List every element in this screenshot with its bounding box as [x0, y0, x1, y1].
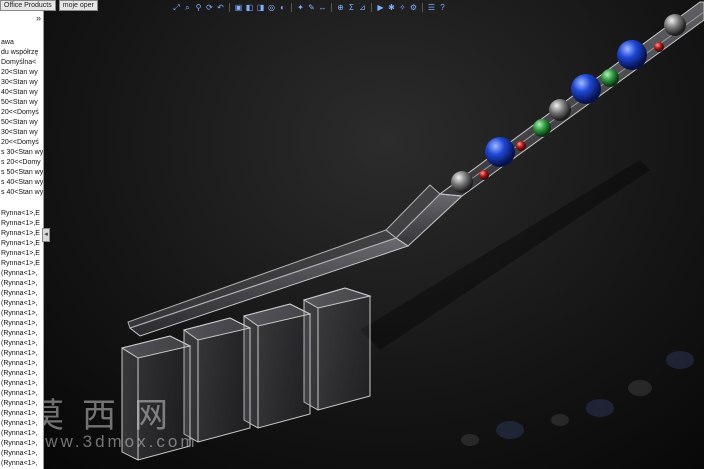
options-icon[interactable]: ⚙: [409, 3, 418, 12]
tree-item[interactable]: (Rynna<1>,: [0, 429, 43, 439]
gray-ball: [549, 99, 571, 121]
graphics-viewport[interactable]: 莫西网 www.3dmox.com: [0, 0, 704, 469]
edit-appearance-icon[interactable]: ◐: [278, 3, 287, 12]
tree-item[interactable]: (Rynna<1>,: [0, 409, 43, 419]
tree-item[interactable]: (Rynna<1>,: [0, 389, 43, 399]
tree-item[interactable]: du współrzę: [0, 48, 43, 58]
display-style-icon[interactable]: ◨: [256, 3, 265, 12]
feature-manager-tree: » awa du współrzę Domyślna< 20<Stan wy 30<St…: [0, 11, 44, 469]
tree-item[interactable]: s 30<Stan wy: [0, 148, 43, 158]
tree-item[interactable]: Rynna<1>,E: [0, 229, 43, 239]
box-3: [242, 303, 312, 429]
blue-ball: [485, 137, 515, 167]
tree-item[interactable]: Rynna<1>,E: [0, 259, 43, 269]
heads-up-toolbar: ⤢ ⌕ ⚲ ⟳ ↶ ▣ ◧ ◨ ◎ ◐ ✦ ✎ ↔ ⊕ Σ ⊿ ▶ ✱ ✧ ⚙ ☰?: [172, 1, 447, 13]
gray-ball: [451, 171, 473, 193]
tree-item[interactable]: Rynna<1>,E: [0, 239, 43, 249]
blue-ball: [617, 40, 647, 70]
tree-item[interactable]: (Rynna<1>,: [0, 289, 43, 299]
panel-splitter-handle[interactable]: ◂: [42, 228, 50, 242]
box-1: [120, 335, 192, 461]
toolbar-separator: [291, 2, 292, 12]
tree-item[interactable]: awa: [0, 38, 43, 48]
tree-item[interactable]: (Rynna<1>,: [0, 399, 43, 409]
tree-item[interactable]: (Rynna<1>,: [0, 299, 43, 309]
undo-icon[interactable]: ↶: [216, 3, 225, 12]
tree-items: awa du współrzę Domyślna< 20<Stan wy 30<Stan…: [0, 38, 43, 469]
tab-moje-oper[interactable]: moje oper: [58, 0, 98, 11]
settings-icon[interactable]: ☰: [427, 3, 436, 12]
tree-item[interactable]: Domyślna<: [0, 58, 43, 68]
gray-ball: [664, 14, 686, 36]
measure-icon[interactable]: ⊿: [358, 3, 367, 12]
rotate-icon[interactable]: ⟳: [205, 3, 214, 12]
sum-icon[interactable]: Σ: [347, 3, 356, 12]
view-orientation-icon[interactable]: ▣: [234, 3, 243, 12]
tree-item[interactable]: (Rynna<1>,: [0, 419, 43, 429]
3d-model-scene[interactable]: [0, 0, 704, 469]
tree-item[interactable]: (Rynna<1>,: [0, 349, 43, 359]
smart-dimension-icon[interactable]: ↔: [318, 3, 327, 12]
hide-show-icon[interactable]: ◎: [267, 3, 276, 12]
zoom-in-out-icon[interactable]: ⚲: [194, 3, 203, 12]
tree-item[interactable]: (Rynna<1>,: [0, 319, 43, 329]
tree-item[interactable]: (Rynna<1>,: [0, 309, 43, 319]
collapse-panel-icon[interactable]: »: [36, 13, 41, 23]
tree-item[interactable]: 30<Stan wy: [0, 78, 43, 88]
tab-office-products[interactable]: Office Products: [0, 0, 56, 11]
tree-item[interactable]: (Rynna<1>,: [0, 459, 43, 469]
tree-item[interactable]: Rynna<1>,E: [0, 249, 43, 259]
red-ball: [516, 141, 526, 151]
zoom-to-fit-icon[interactable]: ⤢: [172, 3, 181, 12]
tree-item[interactable]: s 40<Stan wy: [0, 178, 43, 188]
toolbar-separator: [422, 2, 423, 12]
help-icon[interactable]: ?: [438, 3, 447, 12]
blue-ball: [571, 74, 601, 104]
chute-shadow: [360, 160, 650, 350]
box-4: [302, 287, 372, 411]
tree-item[interactable]: s 50<Stan wy: [0, 168, 43, 178]
apply-scene-icon[interactable]: ✦: [296, 3, 305, 12]
tree-item[interactable]: s 20<<Domy: [0, 158, 43, 168]
tree-item[interactable]: Rynna<1>,E: [0, 219, 43, 229]
sketch-icon[interactable]: ✎: [307, 3, 316, 12]
tree-item[interactable]: (Rynna<1>,: [0, 329, 43, 339]
tree-item[interactable]: 30<Stan wy: [0, 128, 43, 138]
simulation-icon[interactable]: ▶: [376, 3, 385, 12]
tree-item[interactable]: 20<<Domyś: [0, 108, 43, 118]
tree-item[interactable]: 40<Stan wy: [0, 88, 43, 98]
tree-item[interactable]: 50<Stan wy: [0, 98, 43, 108]
green-ball: [533, 119, 551, 137]
floor-reflection: [461, 351, 694, 446]
red-ball: [654, 42, 664, 52]
toolbar-separator: [229, 2, 230, 12]
tree-item[interactable]: (Rynna<1>,: [0, 359, 43, 369]
explode-icon[interactable]: ✱: [387, 3, 396, 12]
zoom-area-icon[interactable]: ⌕: [183, 3, 192, 12]
box-2: [182, 317, 252, 443]
document-tabs: Office Products moje oper: [0, 0, 98, 11]
tree-item[interactable]: (Rynna<1>,: [0, 439, 43, 449]
toolbar-separator: [371, 2, 372, 12]
tree-item[interactable]: s 40<Stan wy: [0, 188, 43, 198]
tree-item[interactable]: Rynna<1>,E: [0, 209, 43, 219]
tree-item[interactable]: [0, 198, 43, 209]
tree-item[interactable]: 50<Stan wy: [0, 118, 43, 128]
tree-item[interactable]: 20<Stan wy: [0, 68, 43, 78]
red-ball: [479, 170, 489, 180]
tree-item[interactable]: (Rynna<1>,: [0, 449, 43, 459]
tree-item[interactable]: (Rynna<1>,: [0, 269, 43, 279]
render-icon[interactable]: ✧: [398, 3, 407, 12]
green-ball: [601, 69, 619, 87]
section-view-icon[interactable]: ◧: [245, 3, 254, 12]
tree-item[interactable]: (Rynna<1>,: [0, 379, 43, 389]
toolbar-separator: [331, 2, 332, 12]
tree-item[interactable]: (Rynna<1>,: [0, 279, 43, 289]
mate-icon[interactable]: ⊕: [336, 3, 345, 12]
tree-item[interactable]: 20<<Domyś: [0, 138, 43, 148]
tree-item[interactable]: (Rynna<1>,: [0, 369, 43, 379]
tree-item[interactable]: (Rynna<1>,: [0, 339, 43, 349]
